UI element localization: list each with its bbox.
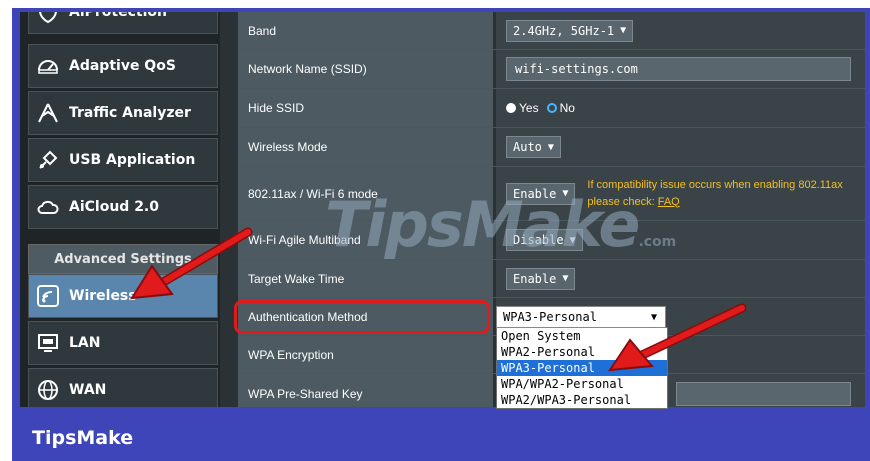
brand-label: TipsMake [32, 427, 134, 449]
hide-ssid-no-radio[interactable]: No [546, 101, 575, 115]
advanced-settings-header: Advanced Settings [28, 244, 218, 274]
band-value: 2.4GHz, 5GHz-1 [513, 23, 615, 38]
auth-option[interactable]: WPA/WPA2-Personal [497, 376, 667, 392]
radio-unselected-icon [546, 103, 557, 113]
chevron-down-icon: ▼ [562, 273, 569, 284]
chevron-down-icon: ▼ [562, 188, 569, 199]
sidebar-item-adaptive-qos[interactable]: Adaptive QoS [28, 44, 218, 88]
puzzle-icon [35, 147, 61, 173]
wpa-psk-input[interactable] [676, 381, 851, 406]
band-select[interactable]: 2.4GHz, 5GHz-1 ▼ [506, 19, 634, 42]
hide-ssid-label: Hide SSID [238, 89, 493, 127]
shield-icon [35, 12, 61, 25]
auth-option[interactable]: WPA2/WPA3-Personal [497, 392, 667, 408]
warning-text: please check: [587, 195, 655, 208]
wireless-mode-select[interactable]: Auto ▼ [506, 136, 561, 158]
router-settings-screenshot: AiProtection Adaptive QoS Traffic Analyz… [20, 12, 865, 407]
auth-option[interactable]: Open System [497, 328, 667, 344]
sidebar-item-label: USB Application [69, 152, 196, 168]
sidebar-item-traffic-analyzer[interactable]: Traffic Analyzer [28, 91, 218, 135]
twt-value: Enable [513, 271, 557, 286]
ax-compatibility-warning: If compatibility issue occurs when enabl… [587, 177, 842, 211]
agile-select[interactable]: Disable ▼ [506, 229, 583, 251]
auth-method-select[interactable]: WPA3-Personal ▼ [496, 306, 666, 328]
wireless-mode-label: Wireless Mode [238, 128, 493, 166]
radio-label: Yes [519, 101, 539, 115]
warning-text: If compatibility issue occurs when enabl… [587, 178, 843, 191]
ax-mode-value: Enable [513, 186, 557, 201]
sidebar-item-wan[interactable]: WAN [28, 368, 218, 407]
radio-selected-icon [506, 103, 516, 113]
row-wireless-mode: Wireless Mode Auto ▼ [238, 128, 865, 167]
twt-select[interactable]: Enable ▼ [506, 267, 576, 290]
ax-mode-select[interactable]: Enable ▼ [506, 182, 576, 205]
sidebar-item-lan[interactable]: LAN [28, 321, 218, 365]
chevron-down-icon: ▼ [569, 234, 576, 246]
faq-link[interactable]: FAQ [658, 196, 680, 208]
auth-option[interactable]: WPA2-Personal [497, 344, 667, 360]
monitor-icon [35, 330, 61, 356]
sidebar-item-usb-application[interactable]: USB Application [28, 138, 218, 182]
row-agile-multiband: Wi-Fi Agile Multiband Disable ▼ [238, 221, 865, 260]
wireless-mode-value: Auto [513, 140, 542, 154]
wpa-encryption-label: WPA Encryption [238, 336, 493, 373]
auth-option-highlighted[interactable]: WPA3-Personal [497, 360, 667, 376]
sidebar-item-label: WAN [69, 382, 107, 398]
chevron-down-icon: ▼ [547, 141, 554, 153]
globe-icon [35, 377, 61, 403]
radio-label: No [559, 101, 575, 115]
analyzer-icon [35, 100, 61, 126]
sidebar-item-label: Wireless [69, 288, 137, 304]
chevron-down-icon: ▼ [620, 25, 627, 36]
row-hide-ssid: Hide SSID Yes No [238, 89, 865, 128]
auth-method-value: WPA3-Personal [503, 310, 597, 324]
auth-method-highlight-box [234, 300, 490, 334]
ax-mode-label: 802.11ax / Wi-Fi 6 mode [238, 167, 493, 220]
sidebar-item-wireless[interactable]: Wireless [28, 274, 218, 318]
agile-value: Disable [513, 233, 564, 247]
wifi-icon [35, 283, 61, 309]
wpa-psk-label: WPA Pre-Shared Key [238, 374, 493, 407]
sidebar-item-label: Traffic Analyzer [69, 105, 191, 121]
ssid-input[interactable]: wifi-settings.com [506, 57, 851, 81]
twt-label: Target Wake Time [238, 260, 493, 297]
auth-method-dropdown: Open System WPA2-Personal WPA3-Personal … [496, 327, 668, 409]
sidebar-item-label: AiProtection [69, 12, 167, 20]
agile-label: Wi-Fi Agile Multiband [238, 221, 493, 259]
row-ax-mode: 802.11ax / Wi-Fi 6 mode Enable ▼ If compa… [238, 167, 865, 221]
speedometer-icon [35, 53, 61, 79]
sidebar: AiProtection Adaptive QoS Traffic Analyz… [20, 12, 220, 407]
sidebar-item-label: AiCloud 2.0 [69, 199, 159, 215]
chevron-down-icon: ▼ [650, 311, 657, 323]
cloud-icon [35, 194, 61, 220]
row-band: Band 2.4GHz, 5GHz-1 ▼ [238, 12, 865, 50]
sidebar-item-aiprotection[interactable]: AiProtection [28, 12, 218, 34]
row-target-wake-time: Target Wake Time Enable ▼ [238, 260, 865, 298]
row-ssid: Network Name (SSID) wifi-settings.com [238, 50, 865, 89]
sidebar-item-label: Adaptive QoS [69, 58, 176, 74]
band-label: Band [238, 12, 493, 49]
sidebar-item-label: LAN [69, 335, 101, 351]
sidebar-item-aicloud[interactable]: AiCloud 2.0 [28, 185, 218, 229]
ssid-label: Network Name (SSID) [238, 50, 493, 88]
hide-ssid-yes-radio[interactable]: Yes [506, 101, 539, 115]
